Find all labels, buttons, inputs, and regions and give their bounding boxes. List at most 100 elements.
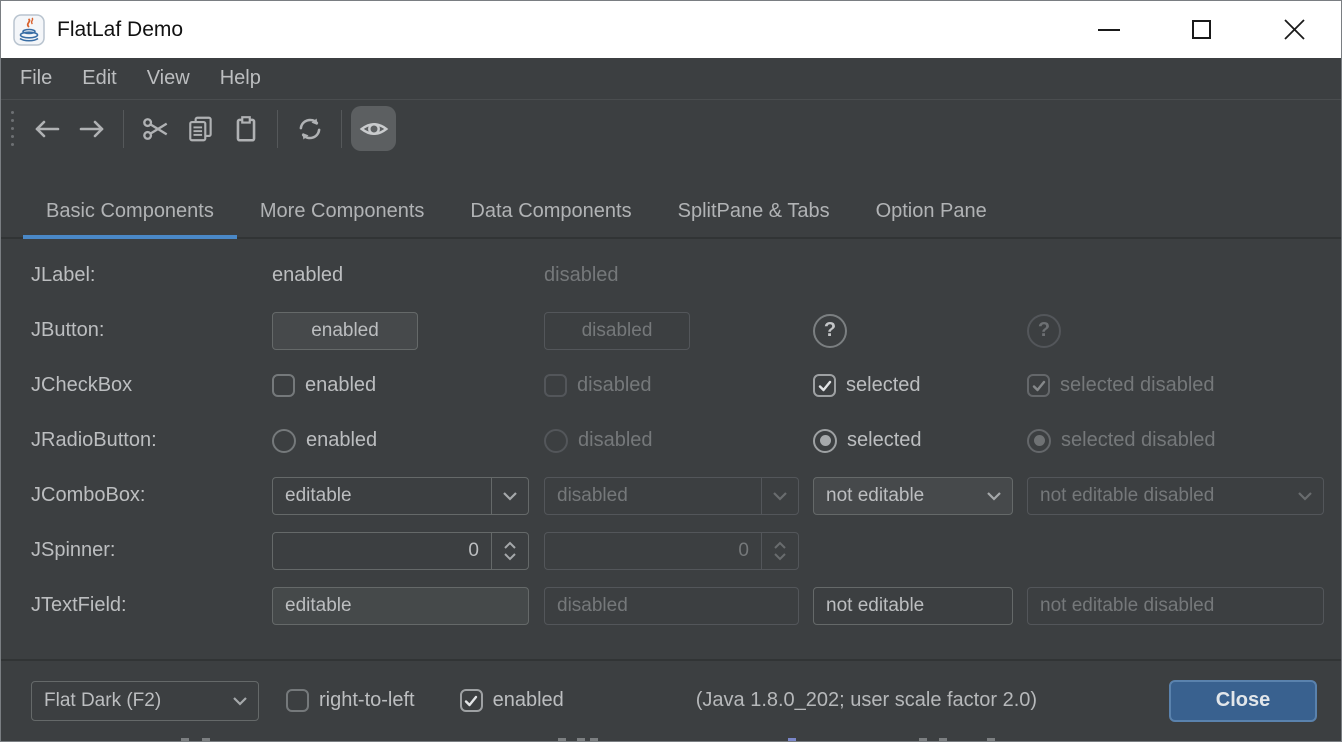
question-mark-icon: ?: [824, 319, 836, 342]
minimize-button[interactable]: [1062, 1, 1155, 58]
radio-enabled[interactable]: enabled: [272, 429, 529, 453]
radio-label: selected disabled: [1061, 429, 1216, 452]
show-toggle-button[interactable]: [351, 106, 396, 151]
chevron-up-icon[interactable]: [503, 541, 517, 550]
checkbox-icon: [286, 689, 309, 712]
window-title: FlatLaf Demo: [57, 18, 183, 42]
checkbox-selected[interactable]: selected: [813, 374, 1013, 397]
checkbox-selected-disabled: selected disabled: [1027, 374, 1324, 397]
maximize-button[interactable]: [1155, 1, 1248, 58]
spinner-disabled: 0: [544, 532, 799, 570]
right-to-left-checkbox[interactable]: right-to-left: [286, 689, 415, 712]
help-button[interactable]: ?: [813, 314, 847, 348]
copy-icon: [186, 114, 216, 144]
radio-selected-disabled: selected disabled: [1027, 429, 1324, 453]
combobox-disabled: disabled: [544, 477, 799, 515]
jbutton-enabled[interactable]: enabled: [272, 312, 418, 350]
paste-button[interactable]: [223, 106, 268, 151]
checkbox-checked-icon: [813, 374, 836, 397]
chevron-down-icon[interactable]: [503, 552, 517, 561]
enabled-checkbox[interactable]: enabled: [460, 689, 564, 712]
minimize-icon: [1098, 29, 1120, 31]
radio-disabled: disabled: [544, 429, 799, 453]
jspinner-row: JSpinner: 0 0: [31, 523, 1341, 578]
combobox-not-editable[interactable]: not editable: [813, 477, 1013, 515]
app-window: FlatLaf Demo File Edit View Help: [0, 0, 1342, 742]
jcheckbox-row: JCheckBox enabled disabled selected sele…: [31, 358, 1341, 413]
checkbox-label: selected: [846, 374, 921, 397]
textfield-value: not editable disabled: [1028, 595, 1323, 617]
jspinner-row-label: JSpinner:: [31, 539, 272, 562]
jradiobutton-row: JRadioButton: enabled disabled selected …: [31, 413, 1341, 468]
combobox-editable[interactable]: editable: [272, 477, 529, 515]
lookandfeel-value: Flat Dark (F2): [32, 690, 221, 712]
menu-edit[interactable]: Edit: [67, 58, 131, 99]
paste-icon: [231, 114, 261, 144]
menu-view[interactable]: View: [132, 58, 205, 99]
radio-icon: [272, 429, 296, 453]
tab-option-pane[interactable]: Option Pane: [853, 185, 1010, 237]
menu-bar: File Edit View Help: [1, 58, 1341, 100]
bottom-edge-artifacts: [1, 738, 1341, 741]
help-button-disabled: ?: [1027, 314, 1061, 348]
tab-data-components[interactable]: Data Components: [447, 185, 654, 237]
menu-file[interactable]: File: [5, 58, 67, 99]
tab-bar: Basic Components More Components Data Co…: [1, 185, 1341, 239]
jlabel-row: JLabel: enabled disabled: [31, 248, 1341, 303]
close-button[interactable]: Close: [1169, 680, 1317, 722]
jlabel-enabled: enabled: [272, 264, 529, 287]
textfield-editable[interactable]: editable: [272, 587, 529, 625]
status-text: (Java 1.8.0_202; user scale factor 2.0): [564, 689, 1169, 712]
tab-basic-components[interactable]: Basic Components: [23, 185, 237, 237]
enabled-label: enabled: [493, 689, 564, 712]
right-to-left-label: right-to-left: [319, 689, 415, 712]
jbutton-disabled: disabled: [544, 312, 690, 350]
maximize-icon: [1192, 20, 1211, 39]
checkbox-enabled[interactable]: enabled: [272, 374, 529, 397]
refresh-icon: [295, 114, 325, 144]
checkbox-icon: [544, 374, 567, 397]
chevron-down-icon: [1297, 491, 1313, 501]
jcombobox-row-label: JComboBox:: [31, 484, 272, 507]
textfield-not-editable[interactable]: not editable: [813, 587, 1013, 625]
close-window-button[interactable]: [1248, 1, 1341, 58]
tool-bar: [1, 100, 1341, 157]
copy-button[interactable]: [178, 106, 223, 151]
jradiobutton-row-label: JRadioButton:: [31, 429, 272, 452]
radio-label: selected: [847, 429, 922, 452]
jbutton-row-label: JButton:: [31, 319, 272, 342]
jcombobox-row: JComboBox: editable disabled not editabl…: [31, 468, 1341, 523]
radio-selected-icon: [813, 429, 837, 453]
combobox-value: not editable disabled: [1028, 485, 1286, 507]
checkbox-label: selected disabled: [1060, 374, 1215, 397]
radio-icon: [544, 429, 568, 453]
forward-button[interactable]: [69, 106, 114, 151]
cut-icon: [141, 114, 171, 144]
spinner-value: 0: [545, 540, 761, 562]
radio-selected[interactable]: selected: [813, 429, 1013, 453]
jtextfield-row: JTextField: editable disabled not editab…: [31, 578, 1341, 633]
chevron-down-icon: [773, 552, 787, 561]
lookandfeel-combobox[interactable]: Flat Dark (F2): [31, 681, 259, 721]
close-icon: [1283, 18, 1306, 41]
combobox-not-editable-disabled: not editable disabled: [1027, 477, 1324, 515]
tab-more-components[interactable]: More Components: [237, 185, 448, 237]
chevron-down-icon: [986, 491, 1002, 501]
menu-help[interactable]: Help: [205, 58, 276, 99]
cut-button[interactable]: [133, 106, 178, 151]
window-controls: [1062, 1, 1341, 58]
tab-splitpane-tabs[interactable]: SplitPane & Tabs: [655, 185, 853, 237]
radio-selected-icon: [1027, 429, 1051, 453]
radio-label: disabled: [578, 429, 653, 452]
toolbar-grip-handle[interactable]: [11, 111, 14, 146]
title-bar: FlatLaf Demo: [1, 1, 1341, 58]
toolbar-separator: [123, 110, 124, 148]
combobox-value: not editable: [814, 485, 975, 507]
spinner-enabled[interactable]: 0: [272, 532, 529, 570]
toolbar-separator: [277, 110, 278, 148]
arrow-right-icon: [77, 114, 107, 144]
java-logo-icon: [13, 14, 45, 46]
refresh-button[interactable]: [287, 106, 332, 151]
back-button[interactable]: [24, 106, 69, 151]
checkbox-checked-icon: [1027, 374, 1050, 397]
